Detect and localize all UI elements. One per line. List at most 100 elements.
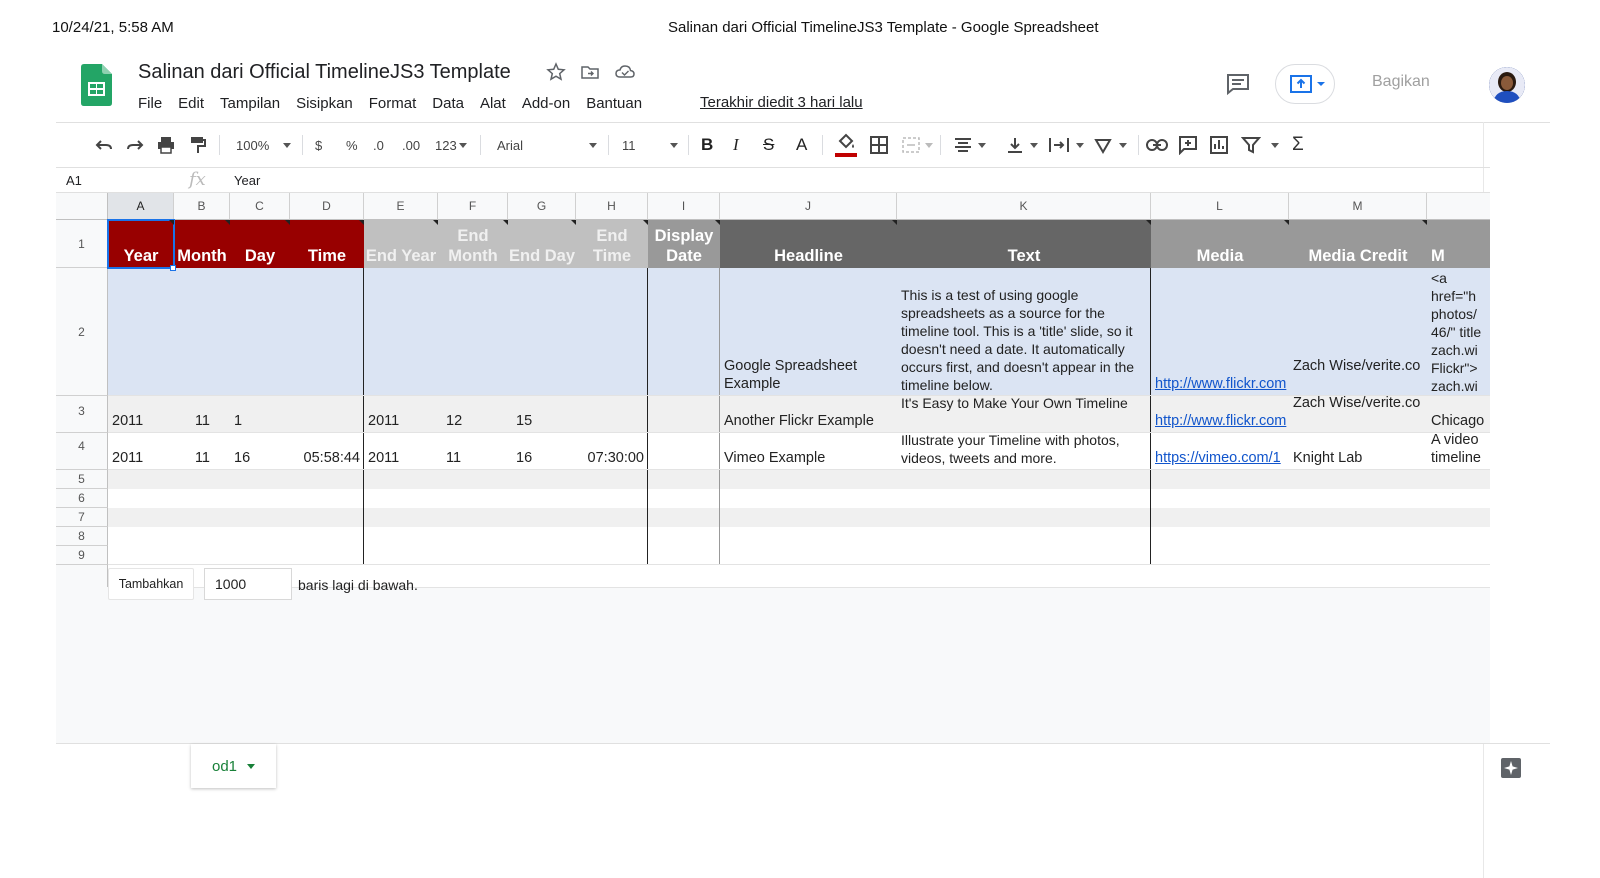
select-all-corner[interactable] — [56, 193, 108, 220]
menu-view[interactable]: Tampilan — [220, 95, 280, 112]
cell-text[interactable]: Illustrate your Timeline with photos, vi… — [897, 431, 1151, 469]
menu-insert[interactable]: Sisipkan — [296, 95, 353, 112]
spreadsheet-grid[interactable]: A B C D E F G H I J K L M 1 2 3 4 5 6 7 … — [56, 193, 1490, 743]
cell-end-day[interactable]: 15 — [508, 412, 576, 430]
document-title[interactable]: Salinan dari Official TimelineJS3 Templa… — [138, 61, 511, 84]
insert-link-icon[interactable] — [1146, 127, 1168, 163]
undo-icon[interactable] — [94, 127, 114, 163]
text-color-icon[interactable]: A — [796, 127, 807, 163]
menu-addons[interactable]: Add-on — [522, 95, 570, 112]
text-rotation-icon[interactable] — [1093, 127, 1127, 163]
merge-cells-icon[interactable] — [901, 127, 933, 163]
column-header-b[interactable]: B — [174, 193, 230, 220]
row-header-5[interactable]: 5 — [56, 470, 108, 489]
cell-headline[interactable]: Vimeo Example — [720, 449, 897, 467]
cell-year[interactable]: 2011 — [108, 412, 174, 430]
move-folder-icon[interactable] — [580, 62, 600, 82]
add-rows-count-input[interactable]: 1000 — [204, 568, 292, 600]
formula-input[interactable]: Year — [234, 173, 260, 188]
header-cell-end-day[interactable]: End Day — [508, 220, 576, 268]
column-header-f[interactable]: F — [438, 193, 508, 220]
bold-icon[interactable]: B — [701, 127, 713, 163]
header-cell-text[interactable]: Text — [897, 220, 1151, 268]
cell-media-credit[interactable]: Zach Wise/verite.co — [1289, 357, 1427, 395]
row-header-9[interactable]: 9 — [56, 546, 108, 565]
cell-headline[interactable]: Another Flickr Example — [720, 412, 897, 430]
menu-data[interactable]: Data — [432, 95, 464, 112]
header-cell-media-credit[interactable]: Media Credit — [1289, 220, 1427, 268]
account-avatar[interactable] — [1489, 67, 1525, 103]
row-header-8[interactable]: 8 — [56, 527, 108, 546]
insert-comment-icon[interactable] — [1178, 127, 1198, 163]
row-header-1[interactable]: 1 — [56, 220, 108, 268]
functions-icon[interactable]: Σ — [1292, 127, 1304, 163]
horizontal-align-icon[interactable] — [954, 127, 986, 163]
header-cell-headline[interactable]: Headline — [720, 220, 897, 268]
column-header-l[interactable]: L — [1151, 193, 1289, 220]
cell-media-link[interactable]: https://vimeo.com/1 — [1151, 449, 1289, 467]
cell-time[interactable]: 05:58:44 — [290, 449, 364, 467]
row-header-3[interactable]: 3 — [56, 396, 108, 433]
cloud-status-icon[interactable] — [614, 62, 635, 82]
sheets-logo-icon[interactable] — [81, 64, 112, 106]
column-header-g[interactable]: G — [508, 193, 576, 220]
header-cell-month[interactable]: Month — [174, 220, 230, 268]
decrease-decimal-button[interactable]: .0 — [373, 127, 384, 163]
cell-media-credit[interactable]: Knight Lab — [1289, 449, 1427, 467]
cell-month[interactable]: 11 — [174, 412, 230, 430]
header-cell-time[interactable]: Time — [290, 220, 364, 268]
star-icon[interactable] — [546, 62, 566, 82]
add-rows-button[interactable]: Tambahkan — [108, 568, 194, 600]
header-cell-display-date[interactable]: Display Date — [648, 220, 720, 268]
row-header-4[interactable]: 4 — [56, 433, 108, 470]
zoom-select[interactable]: 100% — [236, 127, 292, 163]
row-header-6[interactable]: 6 — [56, 489, 108, 508]
header-cell-end-time[interactable]: End Time — [576, 220, 648, 268]
redo-icon[interactable] — [125, 127, 145, 163]
cell-text[interactable]: This is a test of using google spreadshe… — [897, 286, 1151, 396]
header-cell-media-caption[interactable]: M — [1427, 220, 1490, 268]
row-header-7[interactable]: 7 — [56, 508, 108, 527]
column-header-a[interactable]: A — [108, 193, 174, 220]
row-header-2[interactable]: 2 — [56, 268, 108, 396]
header-cell-end-year[interactable]: End Year — [364, 220, 438, 268]
column-header-m[interactable]: M — [1289, 193, 1427, 220]
menu-tools[interactable]: Alat — [480, 95, 506, 112]
font-size-select[interactable]: 11 — [622, 127, 678, 163]
header-cell-day[interactable]: Day — [230, 220, 290, 268]
header-cell-media[interactable]: Media — [1151, 220, 1289, 268]
cell-text[interactable]: It's Easy to Make Your Own Timeline — [897, 394, 1151, 432]
column-header-h[interactable]: H — [576, 193, 648, 220]
comment-history-icon[interactable] — [1225, 72, 1251, 96]
cell-headline[interactable]: Google Spreadsheet Example — [720, 357, 897, 395]
cell-end-time[interactable]: 07:30:00 — [576, 449, 648, 467]
column-header-e[interactable]: E — [364, 193, 438, 220]
filter-icon[interactable] — [1241, 127, 1279, 163]
cell-media-caption[interactable]: <a href="h photos/ 46/" title zach.wi Fl… — [1427, 269, 1490, 395]
print-icon[interactable] — [156, 127, 176, 163]
column-header-d[interactable]: D — [290, 193, 364, 220]
cell-end-year[interactable]: 2011 — [364, 449, 438, 467]
menu-file[interactable]: File — [138, 95, 162, 112]
cell-media-link[interactable]: http://www.flickr.com — [1151, 412, 1289, 430]
column-header-k[interactable]: K — [897, 193, 1151, 220]
last-edit-link[interactable]: Terakhir diedit 3 hari lalu — [700, 94, 863, 111]
strikethrough-icon[interactable]: S — [763, 127, 774, 163]
cell-media-caption[interactable]: A video timeline — [1427, 431, 1490, 469]
vertical-align-icon[interactable] — [1006, 127, 1038, 163]
increase-decimal-button[interactable]: .00 — [402, 127, 420, 163]
column-header-n[interactable] — [1427, 193, 1490, 220]
share-button[interactable]: Bagikan — [1372, 73, 1430, 91]
font-family-select[interactable]: Arial — [497, 127, 597, 163]
currency-format-button[interactable]: $ — [315, 127, 322, 163]
sheet-tab-od1[interactable]: od1 — [191, 744, 276, 788]
cell-day[interactable]: 1 — [230, 412, 290, 430]
cell-end-year[interactable]: 2011 — [364, 412, 438, 430]
cell-year[interactable]: 2011 — [108, 449, 174, 467]
fill-handle[interactable] — [170, 265, 176, 271]
column-header-c[interactable]: C — [230, 193, 290, 220]
cell-day[interactable]: 16 — [230, 449, 290, 467]
header-cell-end-month[interactable]: End Month — [438, 220, 508, 268]
menu-edit[interactable]: Edit — [178, 95, 204, 112]
column-header-i[interactable]: I — [648, 193, 720, 220]
